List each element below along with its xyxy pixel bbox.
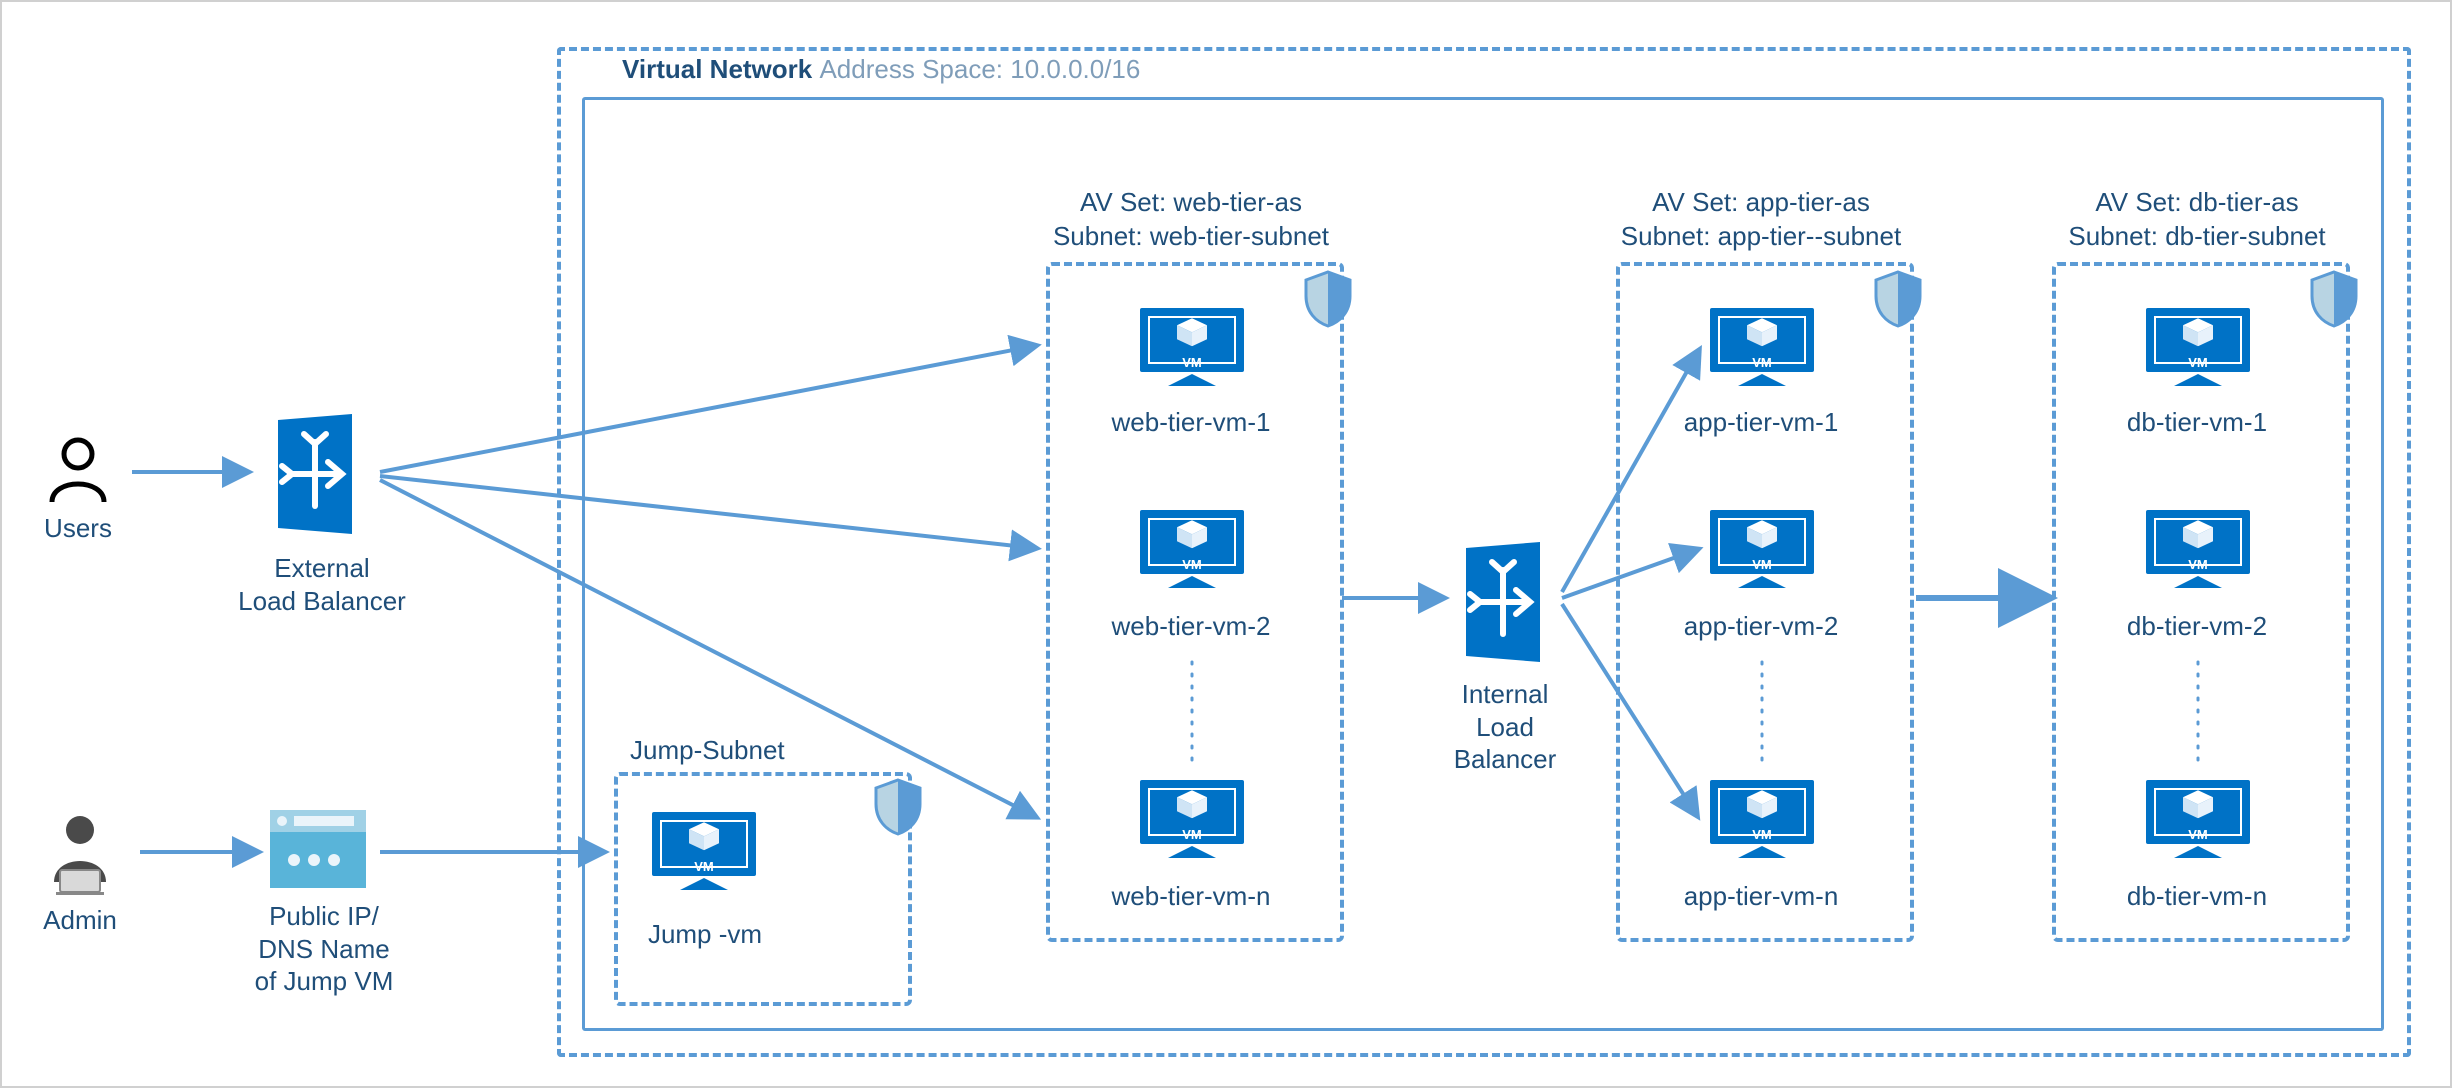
db-tier-vm-2-label: db-tier-vm-2 [2052,610,2342,643]
web-tier-vm-n-label: web-tier-vm-n [1046,880,1336,913]
vnet-title-bold: Virtual Network [622,54,819,84]
shield-icon [872,778,924,841]
users-label: Users [30,512,126,545]
jump-vm-label: Jump -vm [620,918,790,951]
vm-icon: VM [1710,510,1814,588]
web-tier-header2: Subnet: web-tier-subnet [1046,220,1336,253]
jump-subnet-label: Jump-Subnet [630,734,890,767]
vm-icon: VM [2146,780,2250,858]
internal-load-balancer-label: Internal Load Balancer [1410,678,1600,776]
vm-icon: VM [1710,308,1814,386]
app-tier-vm-2-label: app-tier-vm-2 [1616,610,1906,643]
virtual-network-title: Virtual Network Address Space: 10.0.0.0/… [622,54,1140,85]
shield-icon [1872,270,1924,333]
external-load-balancer-label: External Load Balancer [222,552,422,617]
vm-icon: VM [652,812,756,890]
external-load-balancer-icon [260,414,370,539]
db-tier-vm-1-label: db-tier-vm-1 [2052,406,2342,439]
public-ip-label: Public IP/ DNS Name of Jump VM [234,900,414,998]
public-ip-icon [270,810,366,893]
vm-icon: VM [1710,780,1814,858]
web-tier-header1: AV Set: web-tier-as [1046,186,1336,219]
architecture-diagram: Virtual Network Address Space: 10.0.0.0/… [0,0,2452,1088]
admin-icon [34,808,126,905]
users-icon [42,434,114,511]
internal-load-balancer-icon [1448,542,1558,667]
vm-icon: VM [2146,308,2250,386]
db-tier-header2: Subnet: db-tier-subnet [2052,220,2342,253]
app-tier-header2: Subnet: app-tier--subnet [1616,220,1906,253]
shield-icon [1302,270,1354,333]
vm-icon: VM [1140,308,1244,386]
app-tier-header1: AV Set: app-tier-as [1616,186,1906,219]
db-tier-vm-n-label: db-tier-vm-n [2052,880,2342,913]
web-tier-vm-1-label: web-tier-vm-1 [1046,406,1336,439]
shield-icon [2308,270,2360,333]
vnet-title-light: Address Space: 10.0.0.0/16 [819,54,1140,84]
vm-icon: VM [2146,510,2250,588]
vm-icon: VM [1140,780,1244,858]
app-tier-vm-1-label: app-tier-vm-1 [1616,406,1906,439]
app-tier-vm-n-label: app-tier-vm-n [1616,880,1906,913]
vm-icon: VM [1140,510,1244,588]
db-tier-header1: AV Set: db-tier-as [2052,186,2342,219]
web-tier-vm-2-label: web-tier-vm-2 [1046,610,1336,643]
admin-label: Admin [32,904,128,937]
